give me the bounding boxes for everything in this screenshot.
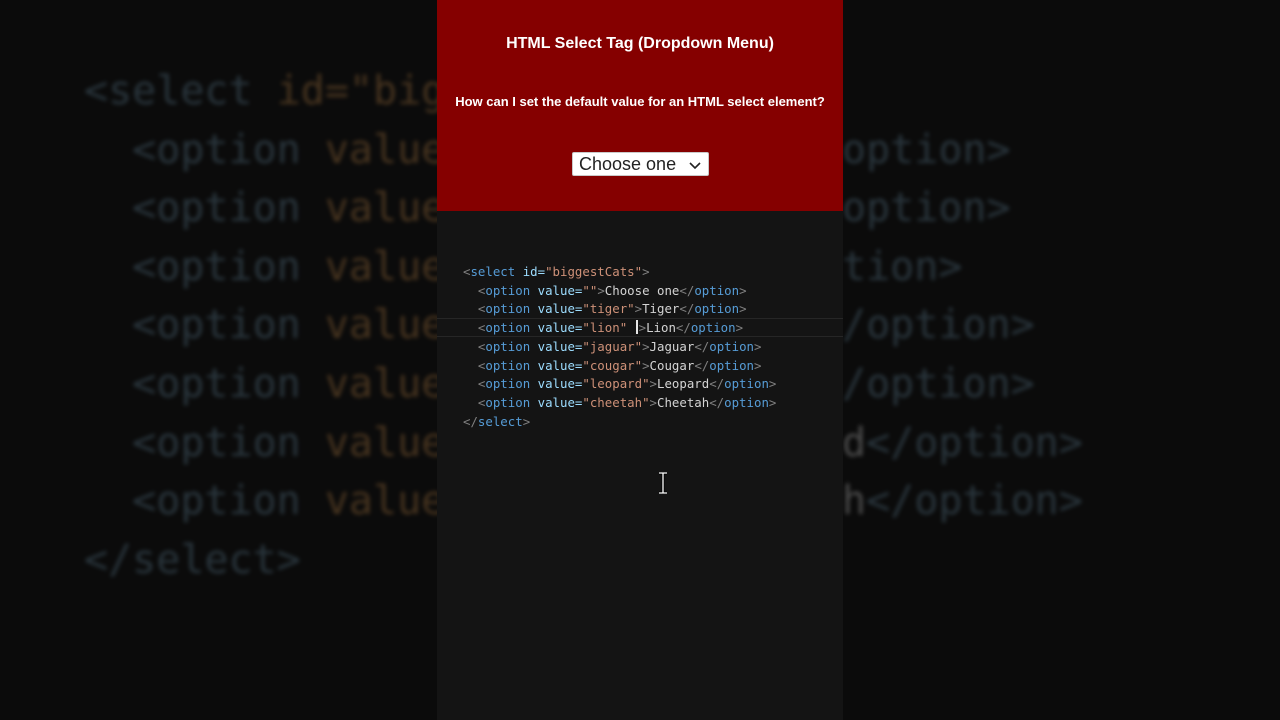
chevron-down-icon (689, 162, 701, 170)
page-title: HTML Select Tag (Dropdown Menu) (506, 35, 774, 52)
demo-header: HTML Select Tag (Dropdown Menu) How can … (437, 0, 843, 211)
code-select-tag: select (470, 264, 516, 279)
text-cursor-icon (659, 472, 667, 494)
question-text: How can I set the default value for an H… (455, 94, 825, 109)
background-code-right: option> option> tion> /option> /option> … (842, 126, 1083, 525)
background-code: <select id="big <option value <option va… (84, 68, 446, 583)
select-value: Choose one (579, 153, 677, 174)
center-panel: HTML Select Tag (Dropdown Menu) How can … (437, 0, 843, 720)
code-editor[interactable]: <select id="biggestCats"> <option value=… (463, 263, 776, 431)
text-caret (635, 320, 638, 335)
code-select-close: select (477, 413, 523, 429)
cats-select[interactable]: Choose one (572, 152, 709, 176)
